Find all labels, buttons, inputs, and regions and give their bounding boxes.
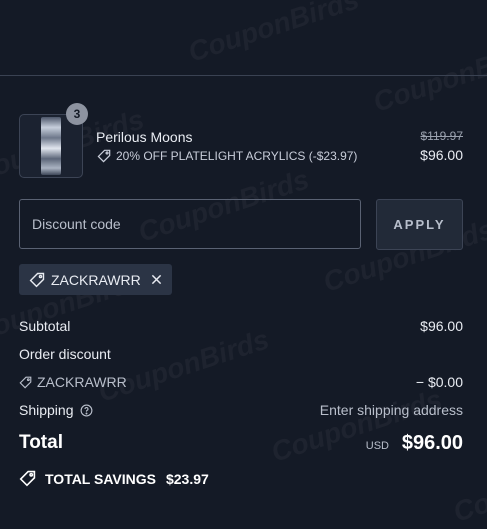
order-discount-label: Order discount (19, 346, 111, 362)
apply-button[interactable]: APPLY (376, 199, 463, 250)
original-price: $119.97 (420, 129, 464, 143)
product-discount-label: 20% OFF PLATELIGHT ACRYLICS (-$23.97) (116, 149, 358, 163)
order-discount-value: − $0.00 (415, 374, 463, 390)
watermark: CouponBirds (449, 443, 487, 528)
product-price: $96.00 (420, 147, 463, 163)
tag-icon (19, 376, 32, 389)
discount-code-input[interactable] (19, 199, 361, 249)
applied-discount-chip: ZACKRAWRR (19, 264, 172, 295)
total-value: $96.00 (401, 432, 463, 454)
total-savings: TOTAL SAVINGS $23.97 (19, 470, 209, 487)
subtotal-value: $96.00 (420, 318, 463, 334)
order-discount-code-row: ZACKRAWRR (19, 374, 127, 390)
product-name: Perilous Moons (96, 129, 193, 145)
tag-icon (29, 272, 45, 288)
quantity-badge: 3 (66, 103, 88, 125)
watermark: CouponBirds (267, 383, 446, 468)
watermark: CouponBirds (94, 323, 273, 408)
tag-icon (97, 149, 111, 163)
total-savings-label: TOTAL SAVINGS (45, 470, 156, 487)
total-currency: USD (365, 440, 389, 452)
shipping-row: Shipping (19, 402, 93, 418)
info-icon[interactable] (80, 404, 93, 417)
close-icon[interactable] (151, 274, 162, 285)
total-savings-value: $23.97 (165, 470, 209, 487)
shipping-label: Shipping (19, 402, 74, 418)
header-divider (0, 75, 487, 76)
subtotal-label: Subtotal (19, 318, 71, 334)
savings-tag-icon (19, 470, 36, 487)
order-discount-code: ZACKRAWRR (37, 374, 127, 390)
product-discount: 20% OFF PLATELIGHT ACRYLICS (-$23.97) (97, 149, 357, 163)
watermark: CouponBirds (369, 33, 487, 118)
shipping-value: Enter shipping address (319, 402, 463, 418)
total-label: Total (19, 432, 63, 453)
watermark: CouponBirds (184, 0, 363, 69)
applied-code-label: ZACKRAWRR (51, 271, 141, 288)
